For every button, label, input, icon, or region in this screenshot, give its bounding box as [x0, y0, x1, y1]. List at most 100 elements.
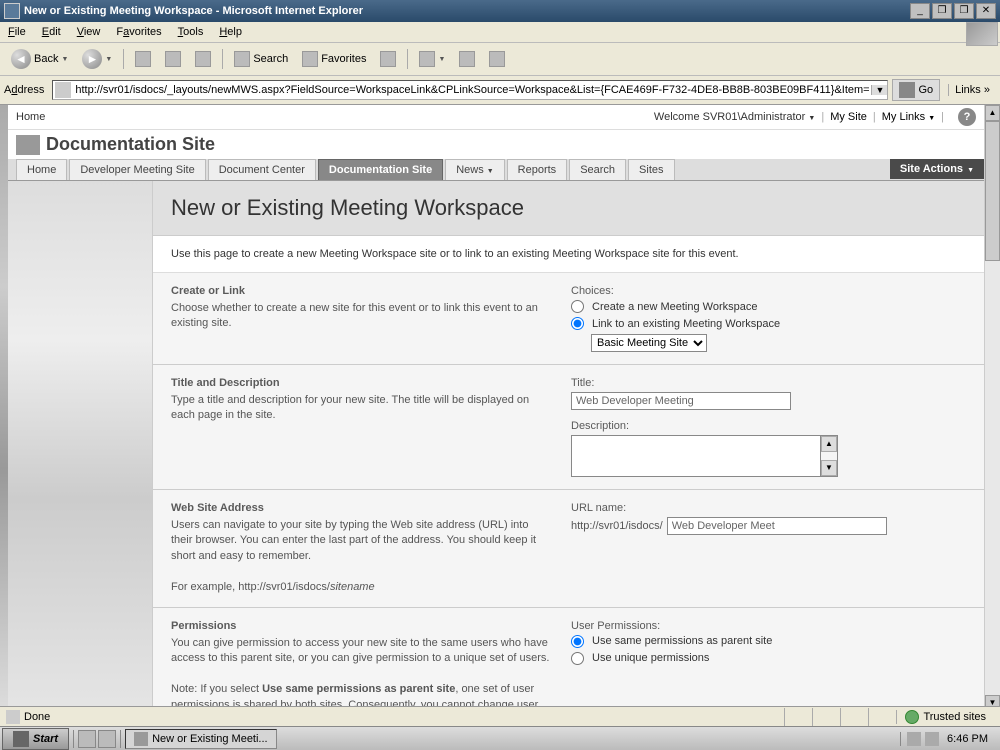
section-title: Title and Description: [171, 377, 551, 389]
my-site-link[interactable]: My Site: [830, 111, 867, 123]
site-tabs: Home Developer Meeting Site Document Cen…: [8, 159, 984, 181]
scroll-down-icon[interactable]: ▼: [821, 460, 837, 476]
chevron-down-icon: ▼: [61, 56, 68, 63]
menu-favorites[interactable]: Favorites: [116, 26, 161, 38]
url-input[interactable]: [73, 84, 871, 96]
refresh-icon: [165, 51, 181, 67]
start-button[interactable]: Start: [2, 728, 69, 750]
url-name-input[interactable]: [667, 517, 887, 535]
go-button[interactable]: Go: [892, 79, 940, 101]
ie-icon: [134, 732, 148, 746]
close-button[interactable]: ✕: [976, 3, 996, 19]
my-links-link[interactable]: My Links ▼: [882, 111, 935, 123]
window-title: New or Existing Meeting Workspace - Micr…: [24, 5, 910, 17]
status-pane: [868, 708, 896, 726]
forward-button[interactable]: ► ▼: [77, 46, 117, 72]
address-bar: Address ▼ Go Links »: [0, 76, 1000, 105]
maximize-button[interactable]: ❐: [954, 3, 974, 19]
section-title: Web Site Address: [171, 502, 551, 514]
back-button[interactable]: ◄ Back ▼: [6, 46, 73, 72]
help-icon[interactable]: ?: [958, 108, 976, 126]
radio-create-new[interactable]: Create a new Meeting Workspace: [571, 300, 966, 313]
minimize-button[interactable]: _: [910, 3, 930, 19]
vertical-scrollbar[interactable]: ▲ ▼: [984, 105, 1000, 711]
status-text: Done: [24, 711, 50, 723]
menu-file[interactable]: FFileile: [8, 26, 26, 38]
address-dropdown-icon[interactable]: ▼: [871, 85, 887, 95]
refresh-button[interactable]: [160, 48, 186, 70]
favorites-button[interactable]: Favorites: [297, 48, 371, 70]
tab-reports[interactable]: Reports: [507, 159, 568, 180]
section-desc: Type a title and description for your ne…: [171, 393, 551, 424]
address-label: Address: [4, 84, 44, 96]
chevron-down-icon: ▼: [105, 56, 112, 63]
home-icon: [195, 51, 211, 67]
menu-edit[interactable]: Edit: [42, 26, 61, 38]
radio-link-existing-input[interactable]: [571, 317, 584, 330]
description-textarea[interactable]: [571, 435, 821, 477]
mail-icon: [419, 51, 435, 67]
edit-button[interactable]: [484, 48, 510, 70]
section-create-or-link: Create or Link Choose whether to create …: [153, 273, 984, 365]
tray-icon[interactable]: [907, 732, 921, 746]
tab-document-center[interactable]: Document Center: [208, 159, 316, 180]
welcome-user[interactable]: Welcome SVR01\Administrator ▼: [654, 111, 815, 123]
title-label: Title:: [571, 377, 966, 389]
security-zone[interactable]: Trusted sites: [896, 710, 994, 724]
left-decoration: [0, 105, 8, 711]
radio-link-existing[interactable]: Link to an existing Meeting Workspace: [571, 317, 966, 330]
back-icon: ◄: [11, 49, 31, 69]
tab-developer-meeting[interactable]: Developer Meeting Site: [69, 159, 205, 180]
tab-home[interactable]: Home: [16, 159, 67, 180]
section-desc: Users can navigate to your site by typin…: [171, 518, 551, 595]
system-tray: 6:46 PM: [900, 732, 998, 746]
scroll-up-icon[interactable]: ▲: [985, 105, 1000, 121]
radio-same-permissions[interactable]: Use same permissions as parent site: [571, 635, 966, 648]
links-button[interactable]: Links »: [948, 84, 996, 96]
scroll-thumb[interactable]: [985, 121, 1000, 261]
print-icon: [459, 51, 475, 67]
page-title: New or Existing Meeting Workspace: [171, 195, 966, 221]
quick-launch-bar: [73, 730, 121, 748]
home-button[interactable]: [190, 48, 216, 70]
menu-help[interactable]: Help: [219, 26, 242, 38]
radio-unique-permissions[interactable]: Use unique permissions: [571, 652, 966, 665]
title-input[interactable]: [571, 392, 791, 410]
section-title-description: Title and Description Type a title and d…: [153, 365, 984, 490]
search-button[interactable]: Search: [229, 48, 293, 70]
radio-unique-permissions-input[interactable]: [571, 652, 584, 665]
print-button[interactable]: [454, 48, 480, 70]
radio-create-new-input[interactable]: [571, 300, 584, 313]
radio-same-permissions-input[interactable]: [571, 635, 584, 648]
status-bar: Done Trusted sites: [0, 706, 1000, 726]
tab-sites[interactable]: Sites: [628, 159, 674, 180]
stop-icon: [135, 51, 151, 67]
site-name[interactable]: Documentation Site: [46, 134, 215, 155]
stop-button[interactable]: [130, 48, 156, 70]
tab-documentation-site[interactable]: Documentation Site: [318, 159, 443, 180]
status-pane: [784, 708, 812, 726]
existing-workspace-select[interactable]: Basic Meeting Site: [591, 334, 707, 352]
quick-launch-icon[interactable]: [98, 730, 116, 748]
windows-taskbar: Start New or Existing Meeti... 6:46 PM: [0, 726, 1000, 750]
restore-button[interactable]: ❐: [932, 3, 952, 19]
tab-search[interactable]: Search: [569, 159, 626, 180]
window-controls: _ ❐ ❐ ✕: [910, 3, 996, 19]
section-title: Create or Link: [171, 285, 551, 297]
quick-launch-icon[interactable]: [78, 730, 96, 748]
permissions-label: User Permissions:: [571, 620, 966, 632]
tray-icon[interactable]: [925, 732, 939, 746]
clock[interactable]: 6:46 PM: [943, 733, 992, 745]
history-button[interactable]: [375, 48, 401, 70]
taskbar-window-button[interactable]: New or Existing Meeti...: [125, 729, 277, 749]
breadcrumb-home[interactable]: Home: [16, 111, 45, 123]
site-actions-button[interactable]: Site Actions▼: [890, 159, 984, 179]
scroll-up-icon[interactable]: ▲: [821, 436, 837, 452]
page-status-icon: [6, 710, 20, 724]
trusted-icon: [905, 710, 919, 724]
tab-news[interactable]: News▼: [445, 159, 504, 180]
mail-button[interactable]: ▼: [414, 48, 450, 70]
quick-launch: [8, 181, 153, 711]
menu-tools[interactable]: Tools: [178, 26, 204, 38]
menu-view[interactable]: View: [77, 26, 101, 38]
